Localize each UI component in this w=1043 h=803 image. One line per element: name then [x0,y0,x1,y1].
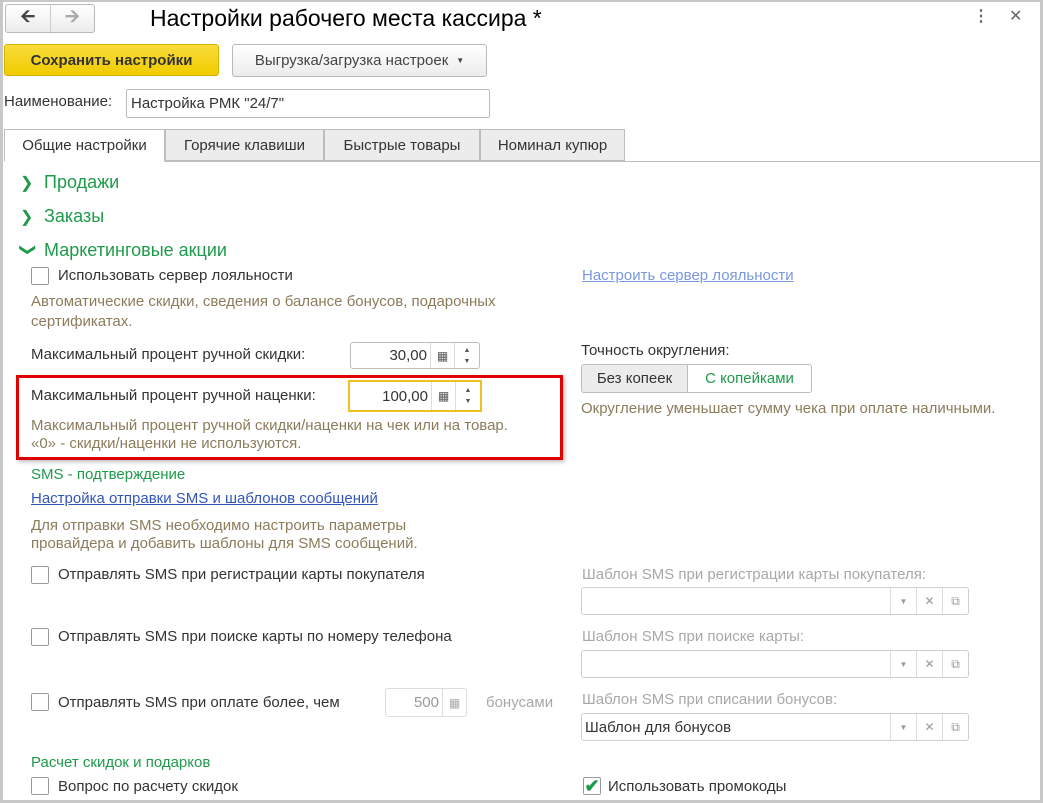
dropdown-arrow-icon[interactable]: ▼ [890,588,916,614]
more-vertical-icon[interactable]: ⋮ [973,6,989,26]
section-orders[interactable]: ❯ Заказы [20,206,104,227]
section-sales-label: Продажи [44,172,120,192]
open-icon[interactable]: ⧉ [942,714,968,740]
dropdown-arrow-icon[interactable]: ▼ [890,714,916,740]
calc-question-checkbox[interactable] [31,777,49,795]
save-settings-button[interactable]: Сохранить настройки [4,44,219,76]
sms-search-label: Отправлять SMS при поиске карты по номер… [58,628,452,645]
rounding-hint: Округление уменьшает сумму чека при опла… [581,400,996,417]
clear-icon[interactable]: ✕ [916,714,942,740]
sms-payment-unit: бонусами [486,694,554,711]
checkmark-icon: ✔ [584,776,600,796]
arrow-left-icon[interactable]: 🡨 [6,4,50,34]
sms-hint-line1: Для отправки SMS необходимо настроить па… [31,517,407,534]
open-icon[interactable]: ⧉ [942,651,968,677]
sms-section-title: SMS - подтверждение [31,466,186,483]
name-label: Наименование: [4,93,113,110]
sms-search-template-label: Шаблон SMS при поиске карты: [582,628,805,645]
section-marketing[interactable]: ❯ Маркетинговые акции [19,240,227,261]
sms-payment-amount-input[interactable]: 500 ▦ [385,688,467,717]
sms-search-checkbox[interactable] [31,628,49,646]
sms-register-template-select[interactable]: ▼ ✕ ⧉ [581,587,969,615]
sms-payment-amount-value[interactable]: 500 [386,689,442,716]
sms-register-label: Отправлять SMS при регистрации карты пок… [58,566,425,583]
tab-quick-products[interactable]: Быстрые товары [324,129,480,161]
calc-section-title: Расчет скидок и подарков [31,754,211,771]
sms-payment-label: Отправлять SMS при оплате более, чем [58,694,340,711]
rounding-toggle: Без копеек С копейками [581,364,812,393]
section-sales[interactable]: ❯ Продажи [20,172,119,193]
configure-loyalty-link[interactable]: Настроить сервер лояльности [582,267,794,284]
tab-hotkeys[interactable]: Горячие клавиши [165,129,324,161]
loyalty-hint: Автоматические скидки, сведения о баланс… [31,293,496,330]
nav-buttons: 🡨 🡪 [5,3,95,34]
close-icon[interactable]: ✕ [1009,6,1022,26]
sms-settings-link[interactable]: Настройка отправки SMS и шаблонов сообще… [31,490,378,507]
calculator-icon[interactable]: ▦ [442,689,466,716]
loyalty-server-label: Использовать сервер лояльности [58,267,293,284]
sms-payment-checkbox[interactable] [31,693,49,711]
calculator-icon[interactable]: ▦ [430,343,454,368]
sms-payment-template-label: Шаблон SMS при списании бонусов: [582,691,838,708]
tab-general[interactable]: Общие настройки [4,129,165,162]
spinner-icon[interactable]: ▲ ▼ [454,343,479,368]
export-import-button[interactable]: Выгрузка/загрузка настроек ▼ [232,44,487,77]
markup-hint-line1: Максимальный процент ручной скидки/нацен… [31,417,508,434]
chevron-right-icon: ❯ [20,174,34,192]
calc-question-label: Вопрос по расчету скидок [58,778,238,795]
max-markup-input[interactable]: 100,00 ▦ ▲ ▼ [348,380,482,412]
rounding-with-kopecks[interactable]: С копейками [688,365,811,392]
promocodes-checkbox[interactable]: ✔ [583,777,601,795]
max-markup-label: Максимальный процент ручной наценки: [31,387,316,404]
sms-register-template-label: Шаблон SMS при регистрации карты покупат… [582,566,926,583]
promocodes-label: Использовать промокоды [608,778,787,795]
arrow-right-icon[interactable]: 🡪 [49,3,95,34]
dropdown-arrow-icon[interactable]: ▼ [890,651,916,677]
chevron-down-icon: ❯ [19,242,36,256]
export-label: Выгрузка/загрузка настроек [254,52,449,69]
select-value[interactable] [582,588,890,614]
name-input[interactable]: Настройка РМК "24/7" [126,89,490,118]
section-marketing-label: Маркетинговые акции [44,240,227,260]
markup-hint-line2: «0» - скидки/наценки не используются. [31,435,302,452]
select-value[interactable] [582,651,890,677]
select-value[interactable]: Шаблон для бонусов [582,714,890,740]
loyalty-server-checkbox[interactable] [31,267,49,285]
max-discount-input[interactable]: 30,00 ▦ ▲ ▼ [350,342,480,369]
sms-hint-line2: провайдера и добавить шаблоны для SMS со… [31,535,418,552]
clear-icon[interactable]: ✕ [916,651,942,677]
sms-search-template-select[interactable]: ▼ ✕ ⧉ [581,650,969,678]
section-orders-label: Заказы [44,206,105,226]
max-discount-value[interactable]: 30,00 [351,343,430,368]
chevron-right-icon: ❯ [20,208,34,226]
clear-icon[interactable]: ✕ [916,588,942,614]
max-discount-label: Максимальный процент ручной скидки: [31,346,306,363]
sms-payment-template-select[interactable]: Шаблон для бонусов ▼ ✕ ⧉ [581,713,969,741]
open-icon[interactable]: ⧉ [942,588,968,614]
max-markup-value[interactable]: 100,00 [350,382,431,410]
rounding-no-kopecks[interactable]: Без копеек [582,365,688,392]
rounding-label: Точность округления: [581,342,730,359]
chevron-down-icon: ▼ [456,56,465,65]
page-title: Настройки рабочего места кассира * [150,5,542,31]
sms-register-checkbox[interactable] [31,566,49,584]
tab-denominations[interactable]: Номинал купюр [480,129,625,161]
calculator-icon[interactable]: ▦ [431,382,455,410]
spinner-icon[interactable]: ▲ ▼ [455,382,480,410]
